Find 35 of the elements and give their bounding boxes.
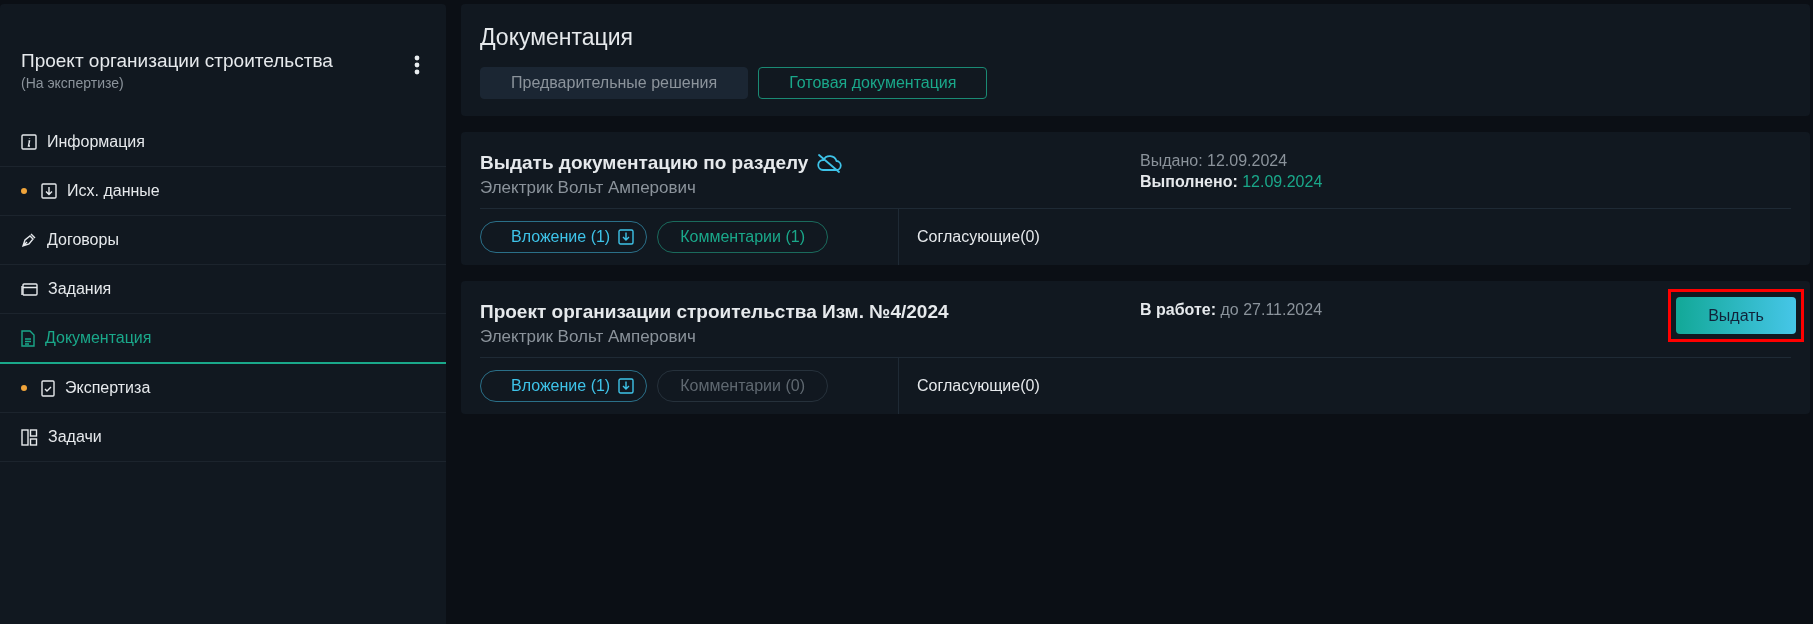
checklist-icon [41, 379, 55, 397]
meta-date: до 27.11.2024 [1220, 301, 1323, 318]
download-icon [618, 229, 635, 245]
download-icon [618, 378, 635, 394]
sidebar-item[interactable]: Документация [0, 314, 446, 364]
card-title: Проект организации строительства Изм. №4/2024 [480, 301, 949, 323]
tab[interactable]: Готовая документация [758, 67, 988, 99]
download-icon [41, 183, 57, 199]
more-menu-icon[interactable] [414, 55, 420, 75]
approvers-label: Согласующие(0) [916, 227, 1040, 247]
sidebar-item[interactable]: Задачи [0, 413, 446, 462]
meta-date: 12.09.2024 [1242, 173, 1323, 190]
meta-label: В работе: [1140, 301, 1216, 318]
approvers-label: Согласующие(0) [916, 376, 1040, 396]
window-icon [21, 281, 38, 297]
document-icon [21, 329, 35, 347]
meta-label: Выдано: [1140, 152, 1203, 169]
layout-icon [21, 428, 38, 446]
info-icon [21, 134, 37, 150]
sidebar-item[interactable]: Задания [0, 265, 446, 314]
author-name: Электрик Вольт Амперович [480, 178, 697, 198]
sidebar-item[interactable]: Информация [0, 118, 446, 167]
sidebar-item[interactable]: Экспертиза [0, 364, 446, 413]
sidebar-item[interactable]: Договоры [0, 216, 446, 265]
project-status: (На экспертизе) [21, 75, 125, 91]
sidebar-item[interactable]: Исх. данные [0, 167, 446, 216]
meta-label: Выполнено: [1140, 173, 1238, 190]
card-title: Выдать документацию по разделу [480, 152, 809, 174]
page-title: Документация [480, 24, 635, 51]
pen-icon [21, 232, 37, 248]
author-name: Электрик Вольт Амперович [480, 327, 697, 347]
issue-button[interactable]: Выдать [1676, 297, 1796, 334]
meta-date: 12.09.2024 [1207, 152, 1288, 169]
project-title: Проект организации строительства [21, 50, 333, 72]
tab[interactable]: Предварительные решения [480, 67, 749, 99]
